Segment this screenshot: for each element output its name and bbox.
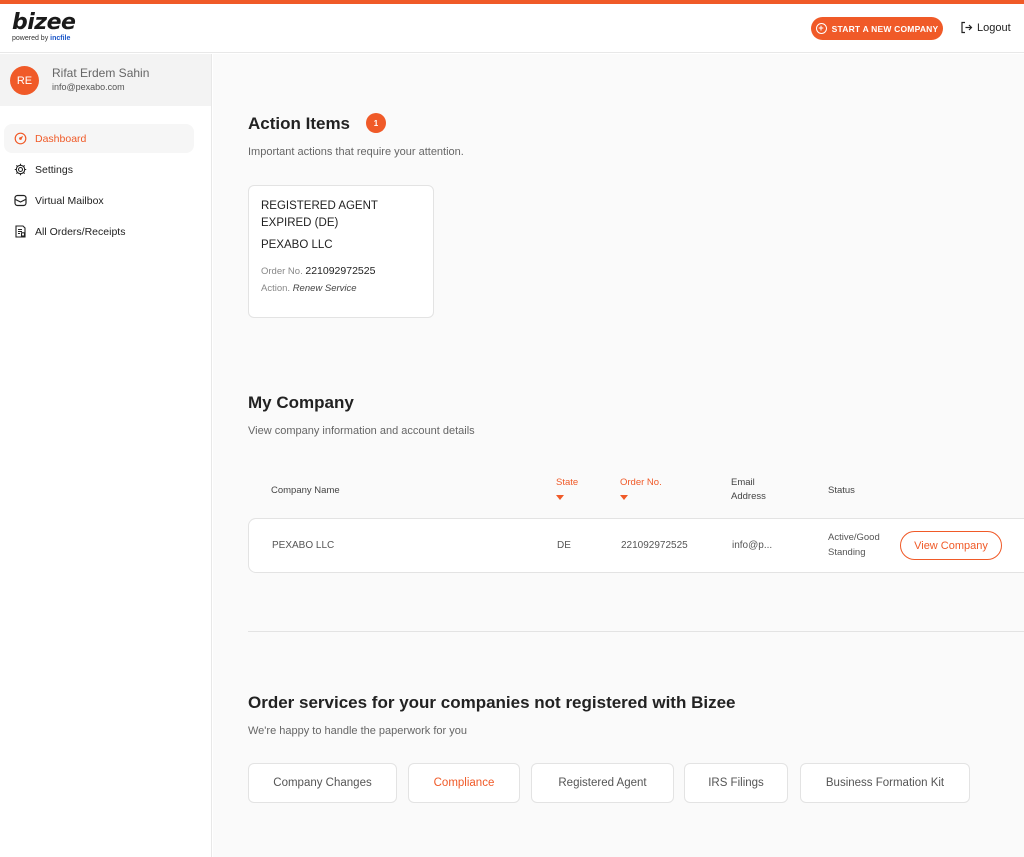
action-item-order: Order No. 221092972525 (261, 265, 421, 277)
logo-tagline-prefix: powered by (12, 35, 49, 42)
cell-status: Active/Good Standing (828, 532, 880, 558)
column-header-email: Email Address (731, 477, 766, 502)
dashboard-icon (14, 132, 27, 145)
sidebar-item-label: Dashboard (35, 132, 87, 145)
logo-tagline-brand: incfile (50, 35, 71, 42)
sidebar-item-virtual-mailbox[interactable]: Virtual Mailbox (4, 186, 194, 215)
sidebar-item-label: Settings (35, 163, 73, 176)
start-new-company-button[interactable]: + START A NEW COMPANY (811, 17, 943, 40)
section-divider (248, 631, 1024, 632)
service-button-company-changes[interactable]: Company Changes (248, 763, 397, 803)
action-value: Renew Service (292, 283, 357, 294)
sidebar-item-settings[interactable]: Settings (4, 155, 194, 184)
sort-caret-icon (556, 495, 564, 500)
sidebar-item-label: Virtual Mailbox (35, 194, 104, 207)
my-company-title: My Company (248, 393, 354, 412)
action-items-count-badge: 1 (366, 113, 386, 133)
sidebar-item-all-orders-receipts[interactable]: All Orders/Receipts (4, 217, 194, 246)
sidebar: RE Rifat Erdem Sahin info@pexabo.com Das… (0, 54, 212, 857)
plus-circle-icon: + (815, 23, 827, 34)
sort-caret-icon (620, 495, 628, 500)
action-item-company: PEXABO LLC (261, 239, 333, 251)
logo-tagline: powered by incfile (12, 35, 75, 42)
column-header-state-label: State (556, 477, 579, 488)
action-items-title: Action Items (248, 114, 351, 133)
gear-icon (14, 163, 27, 176)
action-item-card[interactable]: REGISTERED AGENT EXPIRED (DE) PEXABO LLC… (248, 185, 434, 318)
cell-company-name: PEXABO LLC (272, 540, 335, 551)
service-button-compliance[interactable]: Compliance (408, 763, 520, 803)
action-item-title: REGISTERED AGENT EXPIRED (DE) (261, 200, 378, 229)
logo-wordmark: bizee (12, 10, 76, 35)
logout-button[interactable]: Logout (960, 21, 1011, 34)
table-row: PEXABO LLC DE 221092972525 info@p... Act… (248, 518, 1024, 573)
bizee-logo[interactable]: bizee powered by incfile (12, 10, 76, 43)
column-header-company-name: Company Name (271, 485, 340, 496)
order-services-title: Order services for your companies not re… (248, 693, 736, 712)
sidebar-item-dashboard[interactable]: Dashboard (4, 124, 194, 153)
action-item-action: Action. Renew Service (261, 283, 421, 294)
logout-icon (961, 21, 973, 34)
column-header-order-no[interactable]: Order No. (620, 476, 662, 500)
cell-state: DE (557, 540, 571, 551)
top-header: bizee powered by incfile + START A NEW C… (0, 4, 1024, 53)
action-items-subtitle: Important actions that require your atte… (248, 146, 464, 158)
service-button-registered-agent[interactable]: Registered Agent (531, 763, 674, 803)
my-company-subtitle: View company information and account det… (248, 425, 475, 437)
user-profile: RE Rifat Erdem Sahin info@pexabo.com (0, 54, 211, 106)
column-header-order-no-label: Order No. (620, 477, 662, 488)
user-email: info@pexabo.com (52, 82, 125, 92)
service-button-irs-filings[interactable]: IRS Filings (684, 763, 788, 803)
service-button-business-formation-kit[interactable]: Business Formation Kit (800, 763, 970, 803)
logout-label: Logout (977, 21, 1011, 34)
avatar: RE (10, 66, 39, 95)
column-header-status: Status (828, 485, 855, 496)
order-services-subtitle: We're happy to handle the paperwork for … (248, 725, 467, 737)
action-label: Action. (261, 283, 291, 294)
cell-order-no: 221092972525 (621, 540, 688, 551)
cell-email: info@p... (732, 540, 773, 551)
column-header-state[interactable]: State (556, 476, 578, 500)
mailbox-icon (14, 194, 27, 207)
view-company-button[interactable]: View Company (900, 531, 1002, 560)
start-new-company-label: START A NEW COMPANY (831, 23, 939, 34)
user-name: Rifat Erdem Sahin (52, 66, 150, 80)
order-label: Order No. (261, 266, 303, 277)
sidebar-item-label: All Orders/Receipts (35, 225, 126, 238)
main-content: Action Items 1 Important actions that re… (213, 54, 1024, 857)
receipt-icon (15, 225, 26, 238)
order-value: 221092972525 (305, 265, 376, 277)
